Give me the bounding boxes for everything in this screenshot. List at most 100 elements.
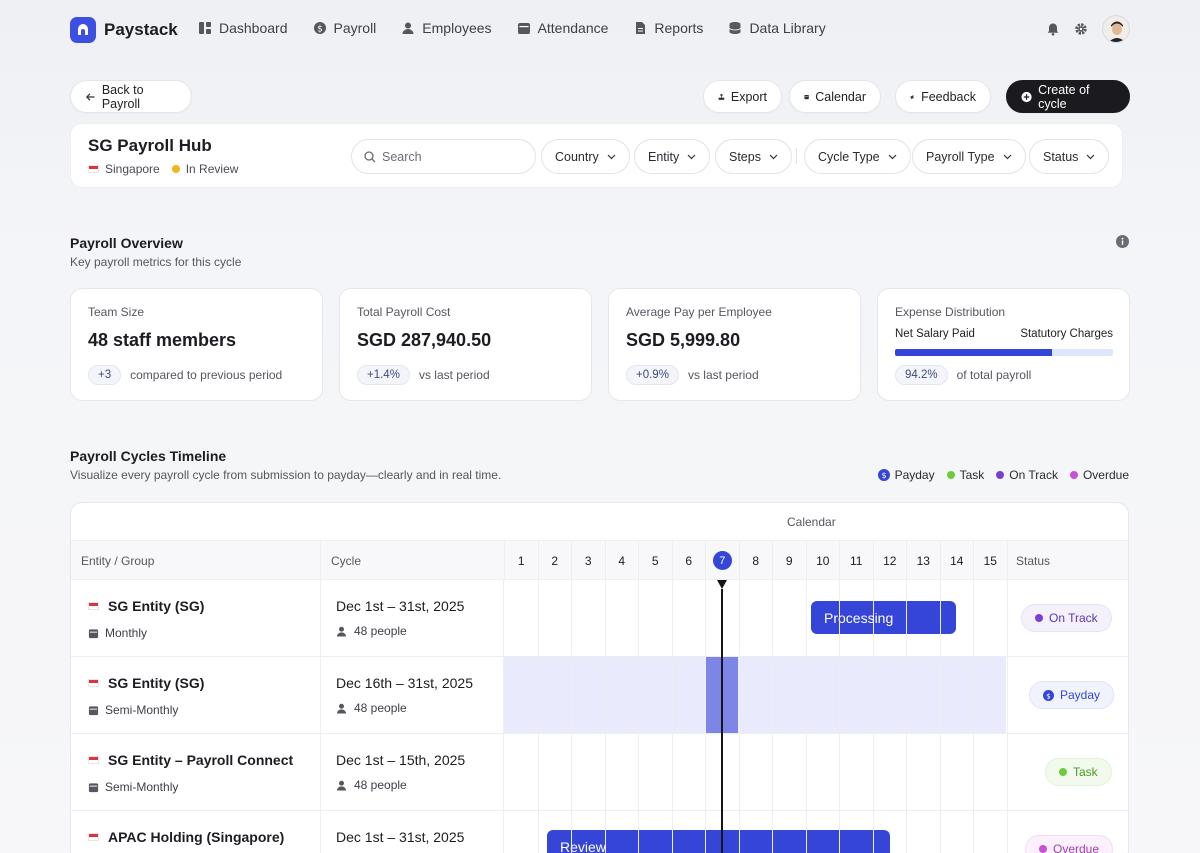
gear-icon[interactable]: [1074, 22, 1088, 36]
grid-line: [872, 580, 874, 853]
day-header-1[interactable]: 1: [504, 541, 538, 580]
day-header-12[interactable]: 12: [872, 541, 907, 580]
legend-label: Payday: [894, 468, 935, 482]
metric-label: Total Payroll Cost: [357, 305, 451, 319]
day-header-10[interactable]: 10: [805, 541, 840, 580]
nav-attendance[interactable]: Attendance: [517, 20, 608, 36]
day-header-13[interactable]: 13: [906, 541, 940, 580]
nav-data-library[interactable]: Data Library: [728, 20, 826, 36]
filter-cycle-type-label: Cycle Type: [818, 149, 880, 164]
column-header: Entity / Group Cycle 1 2 3 4 5 6 7 8 9 10 11 12 13 14…: [71, 541, 1128, 580]
table-row[interactable]: SG Entity (SG) Monthly Dec 1st – 31st, 2…: [71, 580, 1128, 657]
grid-line: [604, 580, 606, 853]
metric-label: Team Size: [88, 305, 145, 319]
change-chip: +3: [88, 365, 122, 385]
calendar-button[interactable]: Calendar: [789, 80, 881, 113]
bell-icon[interactable]: [1046, 22, 1060, 36]
nav-employees-label: Employees: [422, 20, 492, 36]
status-label: Task: [1073, 765, 1098, 779]
filter-steps[interactable]: Steps: [715, 139, 792, 174]
day-header-4[interactable]: 4: [604, 541, 639, 580]
grid-line: [320, 580, 321, 853]
day-header-11[interactable]: 11: [839, 541, 873, 580]
row-frequency: Semi-Monthly: [88, 703, 178, 717]
day-header-7[interactable]: 7: [705, 541, 739, 580]
change-chip: +1.4%: [357, 365, 410, 385]
table-row[interactable]: APAC Holding (Singapore) Dec 1st – 31st,…: [71, 811, 1128, 853]
hub-status: In Review: [185, 162, 239, 176]
day-header-3[interactable]: 3: [571, 541, 605, 580]
filter-payroll-type-label: Payroll Type: [926, 149, 995, 164]
row-cycle: Dec 16th – 31st, 2025: [336, 675, 473, 691]
distribution-labels: Net Salary Paid Statutory Charges: [895, 328, 1113, 340]
back-to-payroll-button[interactable]: Back to Payroll: [70, 80, 192, 113]
dollar-icon: $: [313, 22, 326, 35]
filter-country[interactable]: Country: [541, 139, 630, 174]
row-entity: SG Entity – Payroll Connect: [88, 752, 293, 768]
status-label: Overdue: [1053, 842, 1100, 853]
table-row[interactable]: SG Entity – Payroll Connect Semi-Monthly…: [71, 734, 1128, 811]
filter-country-label: Country: [555, 149, 599, 164]
filter-entity[interactable]: Entity: [634, 139, 711, 174]
day-header-8[interactable]: 8: [738, 541, 773, 580]
day-header-15[interactable]: 15: [973, 541, 1007, 580]
dollar-icon: $: [1043, 689, 1054, 701]
grid-line: [772, 580, 773, 853]
metric-foot: +0.9% vs last period: [626, 365, 759, 385]
day-header-2[interactable]: 2: [537, 541, 572, 580]
search-icon: [364, 150, 376, 162]
nav-reports[interactable]: Reports: [633, 20, 703, 36]
timeline-title: Payroll Cycles Timeline: [70, 448, 227, 464]
row-frequency: Semi-Monthly: [88, 780, 178, 794]
entity-name: SG Entity – Payroll Connect: [108, 752, 294, 768]
filter-status[interactable]: Status: [1029, 139, 1110, 174]
brand[interactable]: Paystack: [70, 17, 178, 43]
frequency-label: Semi-Monthly: [105, 703, 179, 717]
singapore-flag-icon: [88, 679, 99, 687]
filter-steps-label: Steps: [729, 149, 761, 164]
row-people: 48 people: [336, 624, 407, 638]
row-frequency: Monthly: [88, 626, 147, 640]
metric-value: SGD 5,999.80: [626, 330, 741, 350]
day-header-5[interactable]: 5: [638, 541, 672, 580]
overview-subtitle: Key payroll metrics for this cycle: [70, 255, 242, 269]
status-label: Payday: [1060, 688, 1101, 702]
distribution-right-label: Statutory Charges: [1020, 328, 1113, 340]
person-icon: [336, 703, 347, 714]
frequency-label: Monthly: [105, 626, 148, 640]
table-row[interactable]: SG Entity (SG) Semi-Monthly Dec 16th – 3…: [71, 657, 1128, 734]
nav-dashboard[interactable]: Dashboard: [198, 20, 288, 36]
grid-line: [671, 580, 673, 853]
nav-dashboard-label: Dashboard: [219, 20, 288, 36]
metric-note: compared to previous period: [130, 368, 283, 382]
create-cycle-button[interactable]: Create of cycle: [1006, 80, 1130, 113]
nav-employees[interactable]: Employees: [401, 20, 492, 36]
filter-cycle-type[interactable]: Cycle Type: [804, 139, 911, 174]
timeline-table: Calendar Entity / Group Cycle 1234567891…: [70, 502, 1129, 853]
page-title: SG Payroll Hub: [88, 136, 212, 155]
grid-line: [906, 580, 907, 853]
divider: [796, 148, 797, 164]
legend-payday: $ Payday: [877, 468, 935, 482]
day-header-9[interactable]: 9: [772, 541, 806, 580]
feedback-label: Feedback: [921, 89, 976, 104]
status-dot: [171, 165, 180, 173]
svg-text:$: $: [317, 25, 323, 35]
metric-total-payroll-cost: Total Payroll Cost SGD 287,940.50 +1.4% …: [339, 288, 592, 401]
filter-payroll-type[interactable]: Payroll Type: [912, 139, 1026, 174]
row-cycle: Dec 1st – 31st, 2025: [336, 829, 465, 845]
document-icon: [636, 22, 646, 34]
status-dot: [1039, 845, 1047, 853]
search-input[interactable]: Search: [351, 139, 536, 174]
export-button[interactable]: Export: [703, 80, 782, 113]
info-icon[interactable]: [1116, 235, 1129, 248]
avatar[interactable]: [1102, 15, 1130, 43]
day-header-14[interactable]: 14: [939, 541, 974, 580]
nav-payroll[interactable]: $ Payroll: [313, 20, 376, 36]
singapore-flag-icon: [88, 165, 99, 173]
day-header-6[interactable]: 6: [671, 541, 706, 580]
processing-bar[interactable]: Processing: [811, 601, 956, 634]
calendar-icon: [88, 628, 99, 638]
feedback-button[interactable]: Feedback: [895, 80, 991, 113]
create-cycle-label: Create of cycle: [1038, 82, 1090, 111]
